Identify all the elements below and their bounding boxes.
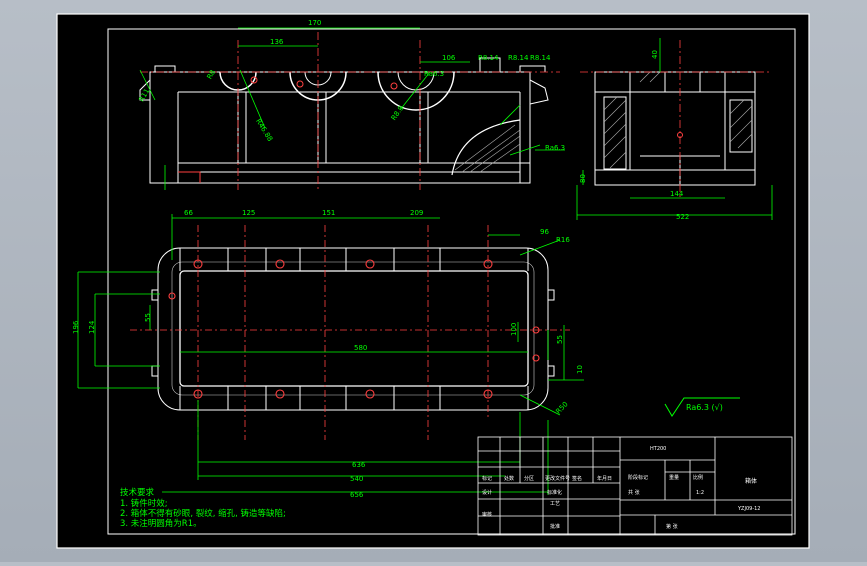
tb-label-3: 分区: [524, 475, 534, 482]
dim-540: 540: [350, 475, 363, 483]
tb-label-4: 更改文件号: [545, 475, 570, 482]
tb-sheet: 第 张: [666, 523, 678, 530]
dim-636: 636: [352, 461, 366, 469]
dim-80: 80: [579, 174, 587, 183]
tb-label-5: 签名: [572, 475, 582, 482]
dim-656: 656: [350, 491, 364, 499]
dim-106: 106: [442, 54, 456, 62]
dim-66: 66: [184, 209, 193, 217]
note-line-3: 3. 未注明圆角为R1。: [120, 518, 202, 529]
roughness-1: Ra6.3: [424, 70, 444, 78]
roughness-2: Ra6.3: [545, 144, 565, 152]
tb-left-3: 工艺: [550, 501, 560, 507]
tb-drawing-no: YZJ09-12: [737, 506, 760, 512]
tb-left-1: 设计: [482, 489, 492, 496]
dim-125: 125: [242, 209, 255, 217]
tb-mid-1: 阶段标记: [628, 474, 648, 481]
tb-mid-2: 重量: [669, 474, 679, 481]
drawing-sheet: [56, 13, 810, 549]
tb-left-5: 批准: [550, 523, 560, 530]
dim-55-left: 55: [144, 313, 152, 322]
dim-151: 151: [322, 209, 335, 217]
dim-170: 170: [308, 19, 321, 27]
tb-scale: 1:2: [696, 490, 704, 496]
tb-label-1: 标记: [482, 475, 492, 482]
dim-40: 40: [651, 50, 659, 59]
tb-label-2: 处数: [504, 475, 514, 482]
dim-209: 209: [410, 209, 423, 217]
engineering-drawing: 170 136 106 R8.14 R8.14 R8.14 R8 R11 R46…: [56, 13, 810, 549]
roughness-3: Ra6.3 (√): [686, 403, 723, 412]
tb-sheets: 共 张: [628, 489, 640, 496]
tb-left-2: 审核: [482, 511, 492, 518]
dim-55-right: 55: [556, 335, 564, 344]
dim-r8-14-a: R8.14: [478, 54, 499, 62]
dim-580: 580: [354, 344, 367, 352]
note-line-2: 2. 箱体不得有砂眼, 裂纹, 缩孔, 铸造等缺陷;: [120, 508, 286, 519]
dim-124: 124: [88, 320, 96, 334]
dim-96: 96: [540, 228, 549, 236]
tb-material: HT200: [650, 446, 666, 452]
note-line-1: 1. 铸件时效;: [120, 498, 168, 509]
dim-136: 136: [270, 38, 284, 46]
dim-196: 196: [72, 320, 80, 334]
dim-100: 100: [510, 323, 518, 336]
tb-drawing-name: 箱体: [745, 477, 757, 485]
notes-title: 技术要求: [120, 487, 155, 498]
cad-viewer: 170 136 106 R8.14 R8.14 R8.14 R8 R11 R46…: [0, 0, 867, 562]
tb-left-4: 标准化: [547, 489, 562, 496]
dim-10: 10: [576, 365, 584, 374]
tb-mid-3: 比例: [693, 474, 703, 481]
dim-522: 522: [676, 213, 689, 221]
dim-144: 144: [670, 190, 684, 198]
tb-label-6: 年月日: [597, 475, 612, 482]
dim-r8-14-b: R8.14: [508, 54, 529, 62]
dim-r16: R16: [556, 236, 570, 244]
dim-r8-14-c: R8.14: [530, 54, 551, 62]
